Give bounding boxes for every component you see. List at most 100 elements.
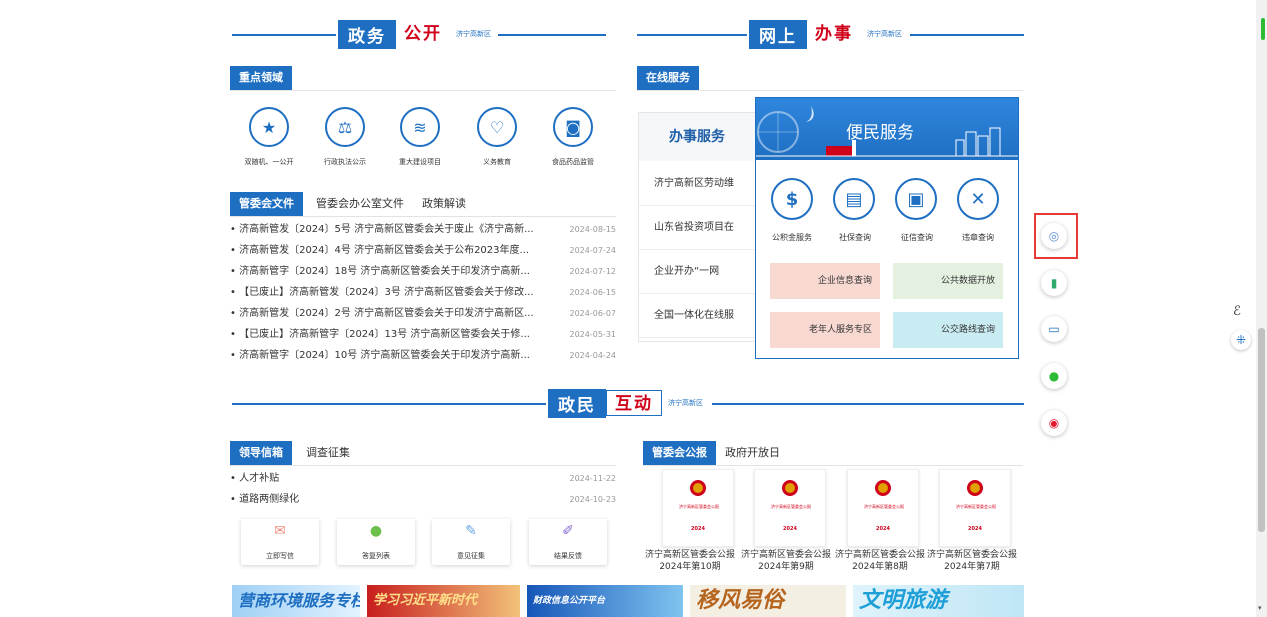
gov-open-sub: 济宁高新区 [456,30,491,38]
list-item[interactable]: • 济高新管发〔2024〕5号 济宁高新区管委会关于废止《济宁高新... 2024… [230,221,616,239]
service-row[interactable]: 全国一体化在线服 [639,294,755,338]
microphone-icon: ● [369,523,383,539]
interact-line-left [232,403,546,405]
desktop-icon[interactable]: ▭ [1041,316,1067,342]
emblem-icon [782,480,798,496]
tab-office-docs[interactable]: 管委会办公室文件 [316,192,404,216]
bulletin-cover[interactable]: 济宁高新区管委会公报 2024 [939,469,1011,547]
tools-icon[interactable]: ✕ [957,178,999,220]
convenience-label-3[interactable]: 征信查询 [887,232,947,243]
gov-open-line-left [232,34,336,36]
convenience-label-4[interactable]: 违章查询 [948,232,1008,243]
bulletin-caption[interactable]: 济宁高新区管委会公报2024年第9期 [738,549,834,573]
weibo-icon[interactable]: ◉ [1041,410,1067,436]
banner-customs[interactable]: 移风易俗 [690,585,846,617]
gov-open-title-b: 公开 [404,24,442,44]
banner-xi-thought[interactable]: 学习习近平新时代 [367,585,520,617]
interact-title-a: 政民 [548,388,606,418]
docs-underline [230,216,616,217]
list-item[interactable]: • 【已废止】济高新管字〔2024〕13号 济宁高新区管委会关于修... 2024… [230,326,616,344]
online-title-b: 办事 [815,24,853,44]
bulletin-cover[interactable]: 济宁高新区管委会公报 2024 [662,469,734,547]
scrollbar-thumb[interactable] [1258,328,1265,532]
list-item[interactable]: • 人才补贴 2024-11-22 [230,470,616,488]
service-header[interactable]: 办事服务 [639,113,755,161]
service-row[interactable]: 济宁高新区劳动维 [639,162,755,206]
banner-finance-info[interactable]: 财政信息公开平台 [527,585,683,617]
tab-bulletin[interactable]: 管委会公报 [643,441,716,465]
tab-leader-mailbox[interactable]: 领导信箱 [230,441,292,465]
emblem-icon [967,480,983,496]
envelope-icon: ✉ [274,523,286,539]
bulletin-caption[interactable]: 济宁高新区管委会公报2024年第10期 [642,549,738,573]
layers-icon[interactable]: ≋ [400,107,440,147]
elderly-service-button[interactable]: 老年人服务专区 [770,312,880,348]
list-item[interactable]: • 济高新管字〔2024〕18号 济宁高新区管委会关于印发济宁高新... 2024… [230,263,616,281]
dollar-search-icon[interactable]: $ [771,178,813,220]
banner-civilized-travel[interactable]: 文明旅游 [853,585,1024,617]
bulletin-caption[interactable]: 济宁高新区管委会公报2024年第7期 [924,549,1020,573]
interact-title: 政民 互动 济宁高新区 [548,388,709,418]
online-sub: 济宁高新区 [867,30,902,38]
tab-key-areas[interactable]: 重点领域 [230,66,292,90]
id-card-icon[interactable]: ▤ [833,178,875,220]
enterprise-query-button[interactable]: 企业信息查询 [770,263,880,299]
tablet-icon[interactable]: ▮ [1041,270,1067,296]
tab-open-day[interactable]: 政府开放日 [725,441,780,465]
gov-open-title-a: 政务 [338,19,396,49]
gavel-icon[interactable]: ⚖ [325,107,365,147]
edit-doc-icon: ✎ [465,523,477,539]
bulletin-cover[interactable]: 济宁高新区管委会公报 2024 [754,469,826,547]
list-item[interactable]: • 道路两侧绿化 2024-10-23 [230,491,616,509]
service-row[interactable]: 企业开办“一网 [639,250,755,294]
bus-route-button[interactable]: 公交路线查询 [893,312,1003,348]
key-areas-underline [230,90,616,91]
accessibility-icon[interactable]: ℰ [1233,304,1241,319]
wechat-icon[interactable]: ● [1041,363,1067,389]
network-icon[interactable]: ⁜ [1231,330,1251,350]
service-row[interactable]: 山东省投资项目在 [639,206,755,250]
tab-committee-docs[interactable]: 管委会文件 [230,192,303,216]
online-underline [637,90,1023,91]
list-item[interactable]: • 【已废止】济高新管发〔2024〕3号 济宁高新区管委会关于修改... 2024… [230,284,616,302]
key-area-label-1[interactable]: 双随机、一公开 [234,157,304,167]
key-area-label-4[interactable]: 义务教育 [462,157,532,167]
banner-business-environment[interactable]: 营商环境服务专栏 [232,585,360,617]
result-feedback-button[interactable]: ✐ 结果反馈 [529,519,607,565]
robot-icon[interactable]: ◎ [1041,223,1067,249]
reply-list-button[interactable]: ● 答复列表 [337,519,415,565]
online-title: 网上 办事 济宁高新区 [749,19,908,49]
online-title-a: 网上 [749,19,807,49]
convenience-label-2[interactable]: 社保查询 [825,232,885,243]
convenience-header: 便民服务 [756,98,1018,160]
tab-survey[interactable]: 调查征集 [306,441,350,465]
scroll-down-arrow[interactable]: ▾ [1258,604,1262,612]
star-badge-icon[interactable]: ★ [249,107,289,147]
tab-online-service[interactable]: 在线服务 [637,66,699,90]
list-item[interactable]: • 济高新管发〔2024〕4号 济宁高新区管委会关于公布2023年度... 202… [230,242,616,260]
profile-card-icon[interactable]: ▣ [895,178,937,220]
key-area-label-3[interactable]: 重大建设项目 [385,157,455,167]
gov-open-title: 政务 公开 济宁高新区 [338,19,497,49]
write-letter-button[interactable]: ✉ 立即写信 [241,519,319,565]
bulletin-cover[interactable]: 济宁高新区管委会公报 2024 [847,469,919,547]
online-line-right [910,34,1024,36]
key-area-label-5[interactable]: 食品药品监管 [538,157,608,167]
pen-icon: ✐ [562,523,574,539]
list-item[interactable]: • 济高新管字〔2024〕10号 济宁高新区管委会关于印发济宁高新... 2024… [230,347,616,365]
key-area-label-2[interactable]: 行政执法公示 [310,157,380,167]
gov-open-line-right [498,34,606,36]
list-item[interactable]: • 济高新管发〔2024〕2号 济宁高新区管委会关于印发济宁高新区... 2024… [230,305,616,323]
mail-underline [230,465,616,466]
monitor-icon[interactable]: ◙ [553,107,593,147]
tab-policy-interpretation[interactable]: 政策解读 [422,192,466,216]
emblem-icon [875,480,891,496]
public-data-button[interactable]: 公共数据开放 [893,263,1003,299]
opinion-collection-button[interactable]: ✎ 意见征集 [432,519,510,565]
emblem-icon [690,480,706,496]
bulletin-underline [643,465,1023,466]
scroll-indicator [1261,18,1265,40]
convenience-label-1[interactable]: 公积金服务 [762,232,822,243]
heart-icon[interactable]: ♡ [477,107,517,147]
bulletin-caption[interactable]: 济宁高新区管委会公报2024年第8期 [832,549,928,573]
